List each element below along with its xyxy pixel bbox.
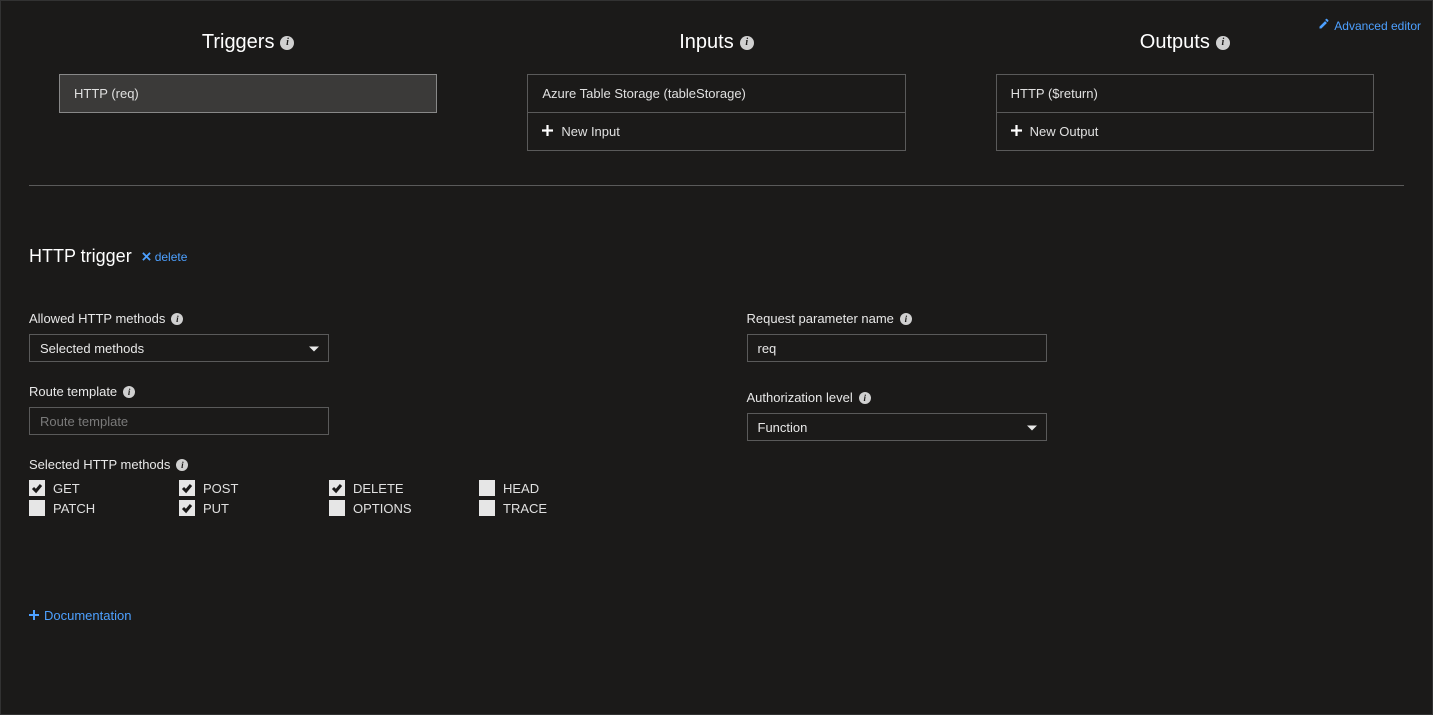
output-item-label: HTTP ($return) [1011, 86, 1098, 101]
checkbox-icon [479, 500, 495, 516]
auth-level-select[interactable]: Function [747, 413, 1047, 441]
plus-icon [1011, 124, 1022, 139]
method-checkbox-trace[interactable]: TRACE [479, 500, 629, 516]
checkbox-icon [29, 500, 45, 516]
outputs-column: Outputs i HTTP ($return) New Output [966, 31, 1404, 151]
triggers-column: Triggers i HTTP (req) [29, 31, 467, 151]
outputs-title: Outputs [1140, 31, 1210, 54]
details-title: HTTP trigger [29, 246, 132, 267]
methods-checklist: GET PATCH POST PUT DELETE OPTIONS HEAD TRACE [29, 480, 687, 516]
method-checkbox-options[interactable]: OPTIONS [329, 500, 479, 516]
info-icon[interactable]: i [1216, 36, 1230, 50]
method-label: PATCH [53, 501, 95, 516]
add-input-label: New Input [561, 124, 620, 139]
method-checkbox-get[interactable]: GET [29, 480, 179, 496]
route-template-label: Route template i [29, 384, 687, 399]
documentation-link[interactable]: Documentation [29, 608, 131, 623]
add-output-label: New Output [1030, 124, 1099, 139]
info-icon[interactable]: i [123, 386, 135, 398]
trigger-details: HTTP trigger delete Allowed HTTP methods… [1, 186, 1432, 643]
info-icon[interactable]: i [740, 36, 754, 50]
output-item-http[interactable]: HTTP ($return) [996, 74, 1374, 113]
inputs-column: Inputs i Azure Table Storage (tableStora… [497, 31, 935, 151]
info-icon[interactable]: i [859, 392, 871, 404]
method-checkbox-post[interactable]: POST [179, 480, 329, 496]
binding-columns: Triggers i HTTP (req) Inputs i Azure Tab… [1, 1, 1432, 185]
allowed-methods-label: Allowed HTTP methods i [29, 311, 687, 326]
selected-methods-label: Selected HTTP methods i [29, 457, 687, 472]
method-label: TRACE [503, 501, 547, 516]
delete-trigger-link[interactable]: delete [142, 250, 188, 264]
close-icon [142, 250, 151, 264]
info-icon[interactable]: i [900, 313, 912, 325]
triggers-heading: Triggers i [29, 31, 467, 54]
method-label: DELETE [353, 481, 404, 496]
inputs-heading: Inputs i [497, 31, 935, 54]
advanced-editor-link[interactable]: Advanced editor [1318, 18, 1421, 33]
outputs-heading: Outputs i [966, 31, 1404, 54]
plus-icon [29, 608, 39, 623]
method-label: HEAD [503, 481, 539, 496]
info-icon[interactable]: i [176, 459, 188, 471]
checkbox-icon [329, 480, 345, 496]
method-label: PUT [203, 501, 229, 516]
advanced-editor-label: Advanced editor [1334, 19, 1421, 33]
method-checkbox-put[interactable]: PUT [179, 500, 329, 516]
method-checkbox-delete[interactable]: DELETE [329, 480, 479, 496]
method-label: OPTIONS [353, 501, 412, 516]
method-checkbox-patch[interactable]: PATCH [29, 500, 179, 516]
checkbox-icon [479, 480, 495, 496]
trigger-item-label: HTTP (req) [74, 86, 139, 101]
plus-icon [542, 124, 553, 139]
checkbox-icon [179, 480, 195, 496]
route-template-input[interactable] [29, 407, 329, 435]
info-icon[interactable]: i [280, 36, 294, 50]
triggers-title: Triggers [202, 31, 275, 54]
trigger-item-http[interactable]: HTTP (req) [59, 74, 437, 113]
input-item-label: Azure Table Storage (tableStorage) [542, 86, 746, 101]
edit-icon [1318, 18, 1330, 33]
auth-level-label: Authorization level i [747, 390, 1405, 405]
allowed-methods-select[interactable]: Selected methods [29, 334, 329, 362]
param-name-input[interactable] [747, 334, 1047, 362]
delete-label: delete [155, 250, 188, 264]
input-item-table[interactable]: Azure Table Storage (tableStorage) [527, 74, 905, 113]
method-checkbox-head[interactable]: HEAD [479, 480, 629, 496]
param-name-label: Request parameter name i [747, 311, 1405, 326]
inputs-title: Inputs [679, 31, 733, 54]
add-output-button[interactable]: New Output [996, 112, 1374, 151]
add-input-button[interactable]: New Input [527, 112, 905, 151]
method-label: GET [53, 481, 80, 496]
checkbox-icon [29, 480, 45, 496]
method-label: POST [203, 481, 238, 496]
documentation-label: Documentation [44, 608, 131, 623]
info-icon[interactable]: i [171, 313, 183, 325]
checkbox-icon [179, 500, 195, 516]
checkbox-icon [329, 500, 345, 516]
